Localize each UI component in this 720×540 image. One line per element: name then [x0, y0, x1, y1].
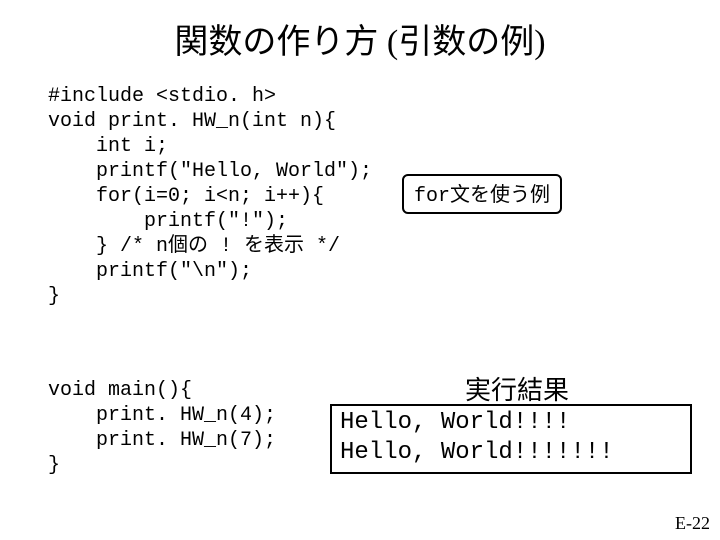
page-number: E-22 — [675, 513, 710, 534]
page-title: 関数の作り方 (引数の例) — [0, 0, 720, 73]
note-box-for-loop: for文を使う例 — [402, 174, 562, 214]
code-block-main: void main(){ print. HW_n(4); print. HW_n… — [48, 378, 276, 478]
code-block-function: #include <stdio. h> void print. HW_n(int… — [48, 84, 372, 309]
result-label: 実行結果 — [465, 370, 569, 407]
result-output-box: Hello, World!!!! Hello, World!!!!!!! — [330, 404, 692, 474]
